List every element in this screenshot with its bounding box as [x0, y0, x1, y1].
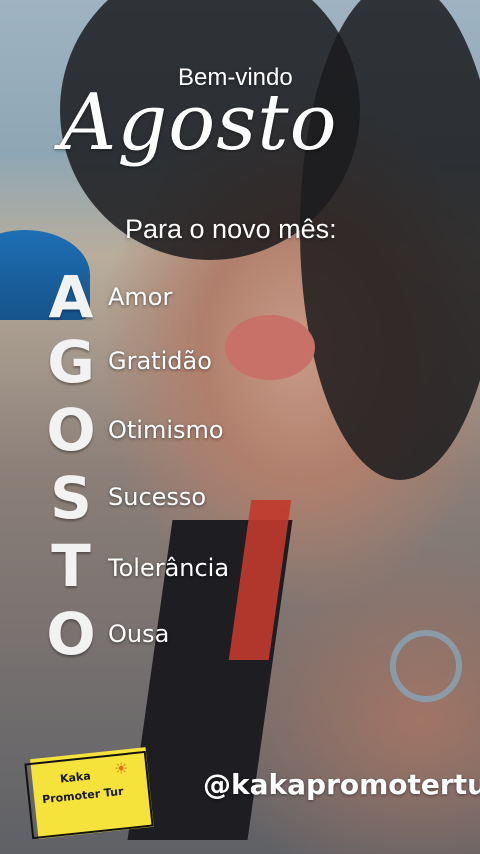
acrostic-word: Amor — [108, 283, 173, 311]
acrostic-letter: O — [46, 600, 96, 668]
acrostic-letter: G — [47, 328, 95, 396]
acrostic-word: Tolerância — [108, 554, 230, 582]
acrostic-word: Otimismo — [108, 416, 224, 444]
acrostic-letter: A — [48, 263, 94, 331]
acrostic-letter: S — [50, 464, 92, 532]
sun-icon: ☀ — [114, 759, 129, 778]
acrostic-word: Ousa — [108, 620, 170, 648]
lips — [225, 315, 315, 380]
subtitle-text: Para o novo mês: — [125, 214, 337, 244]
month-title: Agosto — [60, 78, 338, 168]
necklace-ring — [390, 630, 462, 702]
acrostic-letter: O — [46, 396, 96, 464]
social-handle[interactable]: @kakapromotertur — [203, 768, 480, 801]
brand-logo: ☀ Kaka Promoter Tur — [24, 745, 156, 840]
story-photo: Bem-vindo Agosto Para o novo mês: A Amor… — [0, 0, 480, 854]
acrostic-word: Sucesso — [108, 483, 207, 511]
acrostic-word: Gratidão — [108, 347, 212, 375]
acrostic-letter: T — [51, 532, 91, 600]
